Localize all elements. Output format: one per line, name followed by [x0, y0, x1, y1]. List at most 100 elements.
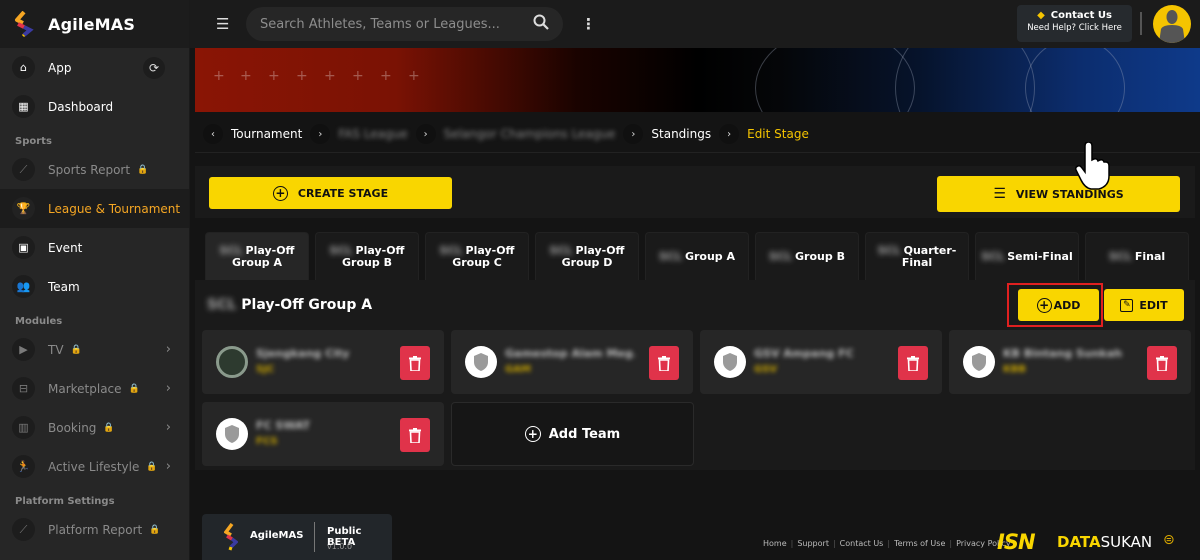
stage-tab[interactable]: SCL Play-Off Group C [425, 232, 529, 280]
datasukan-rest: SUKAN [1100, 533, 1153, 551]
team-code: GAM [505, 364, 531, 375]
sidebar-item-event[interactable]: ▣ Event [0, 228, 189, 267]
trash-icon [409, 355, 421, 371]
trophy-icon: 🏆 [12, 197, 35, 220]
create-stage-button[interactable]: + CREATE STAGE [209, 177, 452, 209]
add-team-button[interactable]: + Add Team [451, 402, 694, 466]
sidebar-item-league-tournament[interactable]: 🏆 League & Tournament [0, 189, 189, 228]
view-standings-button[interactable]: ☰ VIEW STANDINGS [937, 176, 1180, 212]
trash-icon [409, 427, 421, 443]
stage-tab-text: SCL Semi-Final [981, 249, 1073, 263]
stage-tab[interactable]: SCL Play-Off Group B [315, 232, 419, 280]
sidebar-item-app[interactable]: ⌂ App ⟳ [0, 48, 189, 87]
stage-tab-prefix: SCL [329, 243, 353, 257]
sidebar-section-label: Sports [15, 136, 52, 147]
stage-tab-text: SCL Final [1108, 249, 1166, 263]
sidebar-item-label: App [48, 60, 72, 75]
stage-tabs: SCL Play-Off Group A SCL Play-Off Group B SC… [205, 232, 1189, 280]
stage-tab[interactable]: SCL Group A [645, 232, 749, 280]
search-input[interactable] [260, 16, 510, 32]
chevron-right-icon[interactable]: › [166, 420, 171, 435]
stage-tab-text: SCL Play-Off Group A [206, 245, 308, 268]
footer-link[interactable]: Support [797, 539, 829, 548]
back-chevron-icon[interactable]: ‹ [203, 124, 223, 144]
plus-circle-icon: + [1036, 297, 1052, 313]
hand-pointer-cursor-icon [1075, 142, 1110, 190]
stage-tab[interactable]: SCL Final [1085, 232, 1189, 280]
delete-team-button[interactable] [649, 346, 679, 380]
refresh-icon[interactable]: ⟳ [143, 56, 165, 79]
user-avatar[interactable] [1153, 5, 1191, 43]
stage-tab-prefix: SCL [1108, 249, 1132, 263]
more-options-icon[interactable]: ⋮ [581, 15, 596, 33]
team-card: Sjengkang City SJC [202, 330, 444, 394]
stage-tab-label: Final [1134, 249, 1166, 263]
stage-tab-text: SCL Quarter-Final [866, 245, 968, 268]
stage-title-text: Play-Off Group A [241, 297, 373, 313]
add-label: ADD [1053, 298, 1081, 312]
trash-icon [1156, 355, 1168, 371]
edit-button[interactable]: ✎ EDIT [1104, 289, 1184, 321]
delete-team-button[interactable] [400, 346, 430, 380]
search-box[interactable] [246, 7, 563, 41]
stage-tab[interactable]: SCL Semi-Final [975, 232, 1079, 280]
version-label: v1.0.0 [327, 542, 353, 551]
delete-team-button[interactable] [400, 418, 430, 452]
breadcrumb-item[interactable]: Selangor Champions League [444, 127, 616, 141]
top-bar: ☰ ⋮ ◆ Contact Us Need Help? Click Here [190, 0, 1200, 48]
sidebar-item-active-lifestyle[interactable]: 🏃 Active Lifestyle 🔒 › [0, 447, 189, 486]
stage-tab-label: Quarter-Final [901, 243, 957, 269]
stage-tab[interactable]: SCL Quarter-Final [865, 232, 969, 280]
trash-icon [907, 355, 919, 371]
brand[interactable]: AgileMAS [0, 0, 189, 48]
footer-link[interactable]: Home [763, 539, 787, 548]
sidebar-item-team[interactable]: 👥 Team [0, 267, 189, 306]
stage-tab[interactable]: SCL Play-Off Group A [205, 232, 309, 280]
breadcrumb: ‹ Tournament › FAS League › Selangor Champion… [203, 124, 809, 144]
footer-link-separator: | [832, 539, 836, 548]
footer-link[interactable]: Terms of Use [894, 539, 945, 548]
sidebar-item-dashboard[interactable]: ▦ Dashboard [0, 87, 189, 126]
banner-decoration: + [268, 68, 280, 84]
create-stage-label: CREATE STAGE [297, 186, 389, 200]
footer-divider [314, 522, 315, 552]
breadcrumb-item[interactable]: Standings [651, 127, 711, 141]
banner-decoration: + [240, 68, 252, 84]
stage-tab[interactable]: SCL Play-Off Group D [535, 232, 639, 280]
banner-decoration: + [352, 68, 364, 84]
lock-icon: 🔒 [103, 422, 115, 433]
banner-decoration [1025, 48, 1125, 112]
contact-us-button[interactable]: ◆ Contact Us Need Help? Click Here [1017, 5, 1132, 42]
sidebar-item-platform-report[interactable]: ⟋ Platform Report 🔒 [0, 510, 189, 549]
chevron-right-icon: › [623, 124, 644, 144]
add-button[interactable]: + ADD [1018, 289, 1099, 321]
lock-icon: 🔒 [137, 164, 149, 175]
sidebar-item-label: Dashboard [48, 99, 114, 114]
chevron-right-icon[interactable]: › [166, 381, 171, 396]
stage-tab[interactable]: SCL Group B [755, 232, 859, 280]
menu-toggle-icon[interactable]: ☰ [216, 15, 232, 33]
add-team-label: Add Team [548, 426, 621, 442]
sidebar-item-booking[interactable]: ▥ Booking 🔒 › [0, 408, 189, 447]
breadcrumb-item[interactable]: FAS League [338, 127, 407, 141]
app-name: AgileMAS [48, 14, 136, 34]
tv-icon: ▶ [12, 338, 35, 361]
sidebar-item-sports-report[interactable]: ⟋ Sports Report 🔒 [0, 150, 189, 189]
chevron-right-icon: › [415, 124, 436, 144]
team-icon: 👥 [12, 275, 35, 298]
footer-link[interactable]: Contact Us [840, 539, 884, 548]
delete-team-button[interactable] [1147, 346, 1177, 380]
banner-decoration [755, 48, 915, 112]
search-icon[interactable] [533, 14, 549, 34]
delete-team-button[interactable] [898, 346, 928, 380]
shield-icon [963, 346, 995, 378]
breadcrumb-item[interactable]: Tournament [231, 127, 302, 141]
banner-decoration: + [296, 68, 308, 84]
stage-tab-label: Semi-Final [1007, 249, 1073, 263]
sidebar-item-marketplace[interactable]: ⊟ Marketplace 🔒 › [0, 369, 189, 408]
lock-icon: 🔒 [70, 344, 82, 355]
stage-title: SCL Play-Off Group A [207, 297, 372, 313]
chevron-right-icon[interactable]: › [166, 459, 171, 474]
chevron-right-icon[interactable]: › [166, 342, 171, 357]
sidebar-item-tv[interactable]: ▶ TV 🔒 › [0, 330, 189, 369]
